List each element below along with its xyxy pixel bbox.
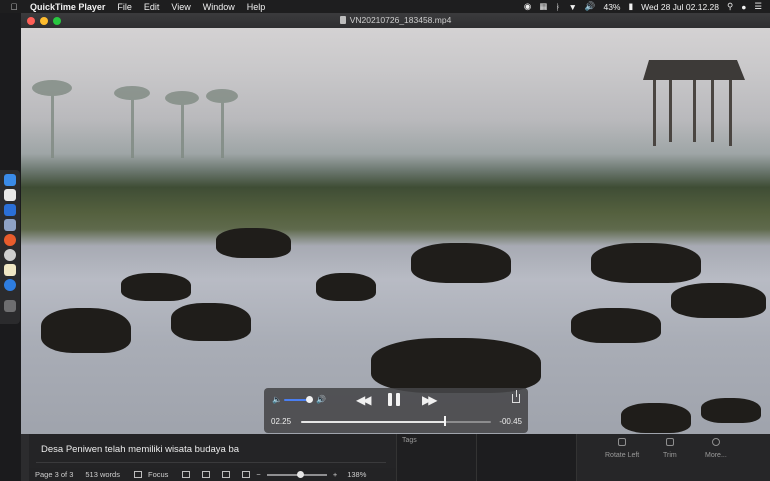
volume-slider-knob[interactable] — [306, 396, 313, 403]
firefox-icon[interactable] — [4, 234, 16, 246]
menu-view[interactable]: View — [171, 2, 190, 12]
menu-status-area: ◉ ▦ ᛓ ▼ 🔊 43% ▮ Wed 28 Jul 02.12.28 ⚲ ● … — [524, 1, 770, 12]
mud-clump — [121, 273, 191, 301]
editor-statusbar: Page 3 of 3 513 words Focus − + 138% — [29, 468, 396, 481]
scrubber-progress — [301, 421, 446, 423]
settings-icon[interactable] — [4, 249, 16, 261]
mud-clump — [571, 308, 661, 343]
tags-panel[interactable]: Tags — [396, 434, 477, 481]
pause-icon[interactable] — [388, 393, 400, 406]
print-layout-icon[interactable] — [182, 471, 191, 478]
trim-label: Trim — [663, 452, 677, 459]
zoom-level: 138% — [347, 470, 367, 479]
menu-file[interactable]: File — [117, 2, 132, 12]
video-frame[interactable]: 🔈 🔊 ◀◀ ▶▶ 02.25 -00.45 — [21, 28, 770, 447]
mud-clump — [41, 308, 131, 353]
zoom-slider[interactable] — [266, 470, 327, 478]
draft-icon[interactable] — [242, 471, 251, 478]
siri-icon[interactable]: ● — [741, 2, 746, 12]
clock[interactable]: Wed 28 Jul 02.12.28 — [641, 2, 719, 12]
document-editor[interactable]: Desa Peniwen telah memiliki wisata buday… — [21, 434, 396, 481]
trim-button[interactable]: Trim — [663, 438, 677, 459]
window-title-text: VN20210726_183458.mp4 — [349, 15, 452, 25]
zoom-in-icon[interactable]: + — [333, 470, 337, 479]
mud-clump — [671, 283, 766, 318]
sidebar-handle[interactable] — [21, 434, 29, 481]
background-app: Desa Peniwen telah memiliki wisata buday… — [21, 434, 770, 481]
more-button[interactable]: More... — [705, 438, 727, 459]
menu-edit[interactable]: Edit — [144, 2, 160, 12]
dock — [0, 170, 20, 324]
empty-panel — [476, 434, 577, 481]
apple-icon[interactable]:  — [8, 2, 20, 12]
chrome-icon[interactable] — [4, 189, 16, 201]
spotlight-search-icon[interactable]: ⚲ — [727, 1, 733, 12]
mud-clump — [591, 243, 701, 283]
tags-label: Tags — [402, 437, 417, 444]
mud-clump — [316, 273, 376, 301]
menu-window[interactable]: Window — [203, 2, 235, 12]
window-layout-icon[interactable]: ▦ — [539, 1, 547, 12]
remaining-time: -00.45 — [499, 417, 522, 426]
window-title: VN20210726_183458.mp4 — [21, 13, 770, 28]
focus-button[interactable]: Focus — [148, 470, 168, 479]
rewind-icon[interactable]: ◀◀ — [356, 393, 372, 407]
quicktime-window: VN20210726_183458.mp4 🔈 🔊 ◀◀ ▶▶ 02.25 -0… — [21, 13, 770, 481]
photo-tools: Rotate Left Trim More... — [576, 434, 770, 481]
focus-icon[interactable] — [133, 471, 142, 478]
mud-clump — [216, 228, 291, 258]
volume-low-icon[interactable]: 🔈 — [272, 395, 282, 404]
finder-icon[interactable] — [4, 174, 16, 186]
bluetooth-icon[interactable]: ᛓ — [555, 2, 560, 12]
page-info: Page 3 of 3 — [35, 470, 74, 479]
zoom-out-icon[interactable]: − — [256, 470, 260, 479]
document-text[interactable]: Desa Peniwen telah memiliki wisata buday… — [41, 444, 239, 455]
menu-app-name[interactable]: QuickTime Player — [30, 2, 105, 12]
battery-icon[interactable]: ▮ — [628, 1, 633, 12]
menu-bar:  QuickTime Player File Edit View Window… — [0, 0, 770, 13]
mud-clump — [171, 303, 251, 341]
speaker-icon[interactable]: 🔊 — [585, 1, 596, 12]
mud-clump — [701, 398, 761, 423]
rotate-left-icon — [618, 438, 627, 446]
rotate-left-button[interactable]: Rotate Left — [605, 438, 639, 459]
playback-controls: 🔈 🔊 ◀◀ ▶▶ 02.25 -00.45 — [264, 388, 528, 433]
files-icon[interactable] — [4, 219, 16, 231]
volume-slider[interactable] — [284, 399, 308, 401]
web-layout-icon[interactable] — [202, 471, 211, 478]
menu-help[interactable]: Help — [247, 2, 266, 12]
trash-icon[interactable] — [4, 300, 16, 312]
fast-forward-icon[interactable]: ▶▶ — [422, 393, 438, 407]
browser-icon[interactable] — [4, 279, 16, 291]
notes-icon[interactable] — [4, 264, 16, 276]
hut-image — [643, 60, 745, 146]
current-time: 02.25 — [271, 417, 292, 426]
editor-divider — [36, 462, 386, 463]
word-count: 513 words — [85, 470, 120, 479]
share-icon[interactable] — [512, 390, 520, 403]
battery-percent: 43% — [603, 1, 621, 12]
video-file-icon — [339, 16, 346, 24]
rotate-left-label: Rotate Left — [605, 452, 640, 459]
scrubber-playhead[interactable] — [444, 416, 447, 426]
mud-clump — [411, 243, 511, 283]
palm-trees-image — [32, 80, 238, 158]
mud-clump — [621, 403, 691, 433]
more-label: More... — [705, 452, 727, 459]
zoom-slider-knob[interactable] — [296, 470, 304, 478]
window-titlebar[interactable]: VN20210726_183458.mp4 — [21, 13, 770, 28]
word-icon[interactable] — [4, 204, 16, 216]
control-center-icon[interactable]: ☰ — [754, 1, 762, 12]
creative-cloud-icon[interactable]: ◉ — [524, 1, 531, 12]
wifi-icon[interactable]: ▼ — [568, 2, 576, 12]
mud-clump — [371, 338, 541, 393]
volume-high-icon[interactable]: 🔊 — [316, 395, 326, 404]
more-icon — [711, 438, 720, 446]
trim-icon — [665, 438, 674, 446]
outline-icon[interactable] — [222, 471, 231, 478]
